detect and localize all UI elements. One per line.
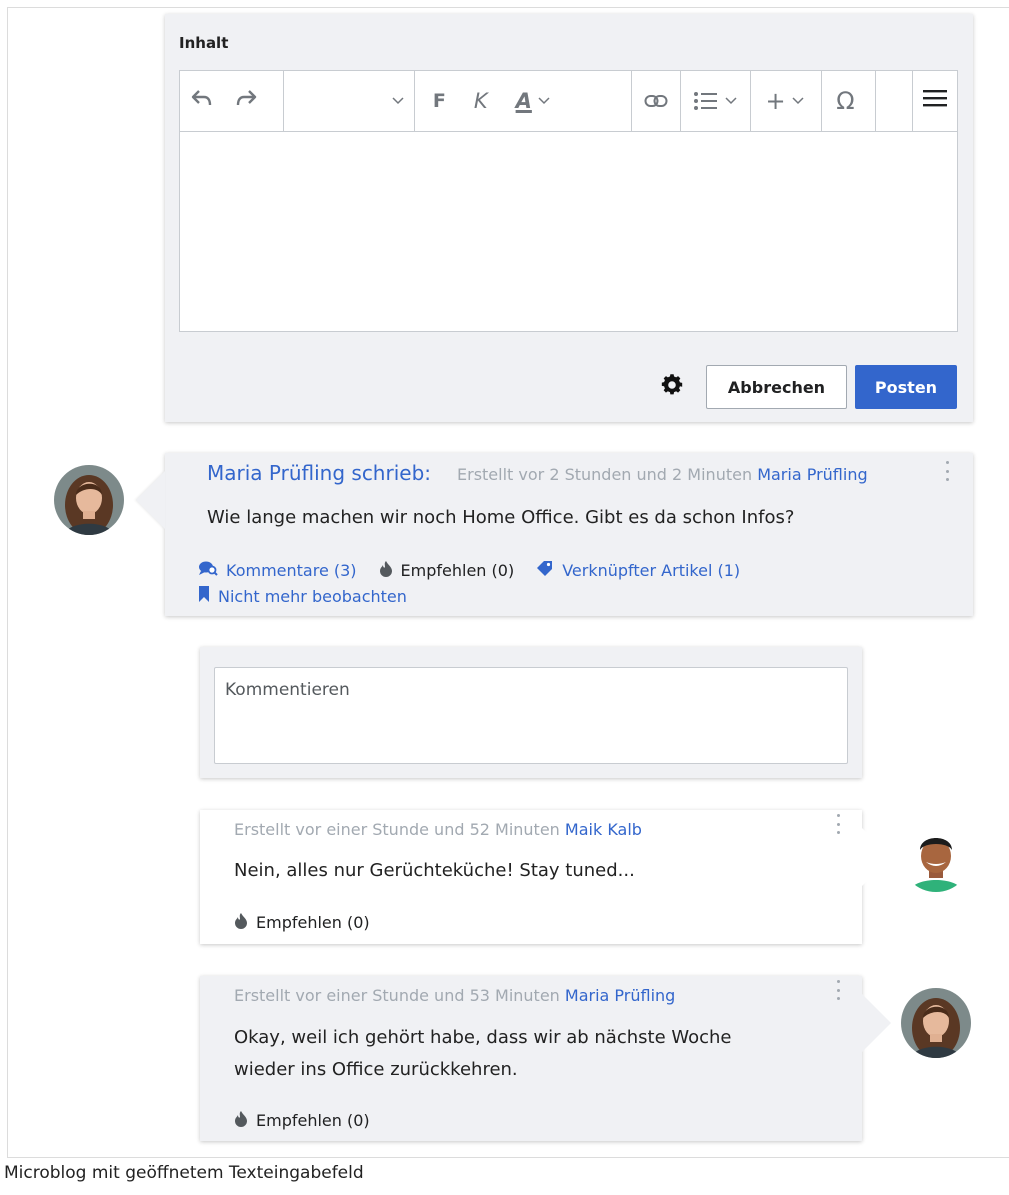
bold-button[interactable]: F: [433, 90, 446, 112]
comment-text: Okay, weil ich gehört habe, dass wir ab …: [234, 1022, 732, 1086]
more-options-icon[interactable]: [836, 814, 841, 834]
comment-author-link[interactable]: Maria Prüfling: [565, 986, 675, 1005]
menu-group: [913, 71, 957, 131]
post-actions: Kommentare (3) Empfehlen (0) Verknüpfter…: [198, 557, 740, 609]
post-actions-row: Kommentare (3) Empfehlen (0) Verknüpfter…: [198, 557, 740, 583]
figure-caption: Microblog mit geöffnetem Texteingabefeld: [4, 1163, 364, 1183]
list-dropdown[interactable]: [681, 71, 752, 131]
hamburger-menu-icon[interactable]: [923, 88, 947, 114]
text-style-dropdown[interactable]: A: [516, 89, 550, 113]
history-group: [180, 71, 284, 131]
plus-glyph: +: [765, 87, 786, 115]
post-author-link[interactable]: Maria Prüfling: [757, 465, 867, 484]
comment-composer: [200, 647, 862, 778]
speech-pointer: [862, 828, 891, 886]
comment-timestamp: Erstellt vor einer Stunde und 52 Minuten: [234, 820, 560, 839]
chevron-down-icon: [538, 97, 550, 105]
spacer-group: [876, 71, 913, 131]
avatar[interactable]: [901, 988, 971, 1058]
editor-toolbar: F K A + Ω: [180, 71, 957, 132]
post-timestamp: Erstellt vor 2 Stunden und 2 Minuten: [457, 465, 753, 484]
recommend-label: Empfehlen (0): [256, 913, 370, 932]
comment-input[interactable]: [214, 667, 848, 764]
cancel-button[interactable]: Abbrechen: [706, 365, 847, 409]
comments-label: Kommentare (3): [226, 560, 357, 580]
recommend-button[interactable]: Empfehlen (0): [379, 560, 515, 581]
comments-link[interactable]: Kommentare (3): [198, 560, 357, 580]
post-button[interactable]: Posten: [855, 365, 957, 409]
chevron-down-icon: [392, 93, 404, 109]
undo-icon[interactable]: [190, 88, 214, 114]
post-actions-row-2: Nicht mehr beobachten: [198, 583, 740, 609]
comment-meta: Erstellt vor einer Stunde und 52 Minuten…: [234, 820, 642, 839]
rich-text-editor: F K A + Ω: [179, 70, 958, 332]
microblog-editor: Inhalt F K A + Ω Abbrechen Posten: [165, 14, 973, 422]
link-group: [632, 71, 682, 131]
flame-icon: [234, 1110, 248, 1131]
redo-icon[interactable]: [234, 88, 258, 114]
recommend-button[interactable]: Empfehlen (0): [234, 912, 370, 933]
link-icon[interactable]: [644, 89, 668, 114]
italic-button[interactable]: K: [474, 89, 488, 113]
recommend-label: Empfehlen (0): [256, 1111, 370, 1130]
tag-icon: [536, 560, 554, 580]
post-author-heading[interactable]: Maria Prüfling schrieb:: [207, 461, 431, 485]
recommend-label: Empfehlen (0): [400, 560, 515, 580]
flame-icon: [379, 560, 393, 581]
post-meta: Erstellt vor 2 Stunden und 2 Minuten Mar…: [457, 465, 868, 484]
comment-text-line: Okay, weil ich gehört habe, dass wir ab …: [234, 1027, 732, 1048]
insert-dropdown[interactable]: +: [751, 71, 823, 131]
comment-meta: Erstellt vor einer Stunde und 53 Minuten…: [234, 986, 675, 1005]
editor-label: Inhalt: [179, 34, 229, 52]
more-options-icon[interactable]: [945, 461, 950, 481]
gear-icon[interactable]: [659, 372, 685, 404]
text-style-icon: A: [515, 89, 532, 113]
comment-text-line: wieder ins Office zurückkehren.: [234, 1059, 518, 1080]
comment-timestamp: Erstellt vor einer Stunde und 53 Minuten: [234, 986, 560, 1005]
speech-pointer: [862, 994, 891, 1052]
linked-article-link[interactable]: Verknüpfter Artikel (1): [536, 560, 740, 580]
avatar[interactable]: [901, 822, 971, 892]
paragraph-style-dropdown[interactable]: [284, 71, 415, 131]
bookmark-icon: [198, 586, 210, 606]
comment-item: Erstellt vor einer Stunde und 53 Minuten…: [200, 976, 891, 1141]
comment-search-icon: [198, 560, 218, 580]
comment-author-link[interactable]: Maik Kalb: [565, 820, 642, 839]
chevron-down-icon: [725, 97, 737, 105]
editor-text-area[interactable]: [180, 132, 957, 331]
comment-item: Erstellt vor einer Stunde und 52 Minuten…: [200, 810, 891, 944]
comment-text: Nein, alles nur Gerüchteküche! Stay tune…: [234, 855, 635, 887]
post-text: Wie lange machen wir noch Home Office. G…: [207, 507, 795, 528]
recommend-button[interactable]: Empfehlen (0): [234, 1110, 370, 1131]
unwatch-link[interactable]: Nicht mehr beobachten: [198, 586, 407, 606]
more-options-icon[interactable]: [836, 980, 841, 1000]
unwatch-label: Nicht mehr beobachten: [218, 586, 407, 606]
plus-icon: +: [765, 87, 804, 115]
omega-icon[interactable]: Ω: [836, 87, 854, 115]
special-char-group: Ω: [822, 71, 877, 131]
format-group: F K A: [415, 71, 633, 131]
list-icon: [693, 91, 737, 111]
linked-article-label: Verknüpfter Artikel (1): [562, 560, 741, 580]
avatar[interactable]: [54, 465, 124, 535]
flame-icon: [234, 912, 248, 933]
speech-pointer: [136, 471, 165, 529]
microblog-post: Maria Prüfling schrieb: Erstellt vor 2 S…: [136, 453, 973, 616]
comment-text-line: Nein, alles nur Gerüchteküche! Stay tune…: [234, 860, 635, 881]
chevron-down-icon: [792, 97, 804, 105]
